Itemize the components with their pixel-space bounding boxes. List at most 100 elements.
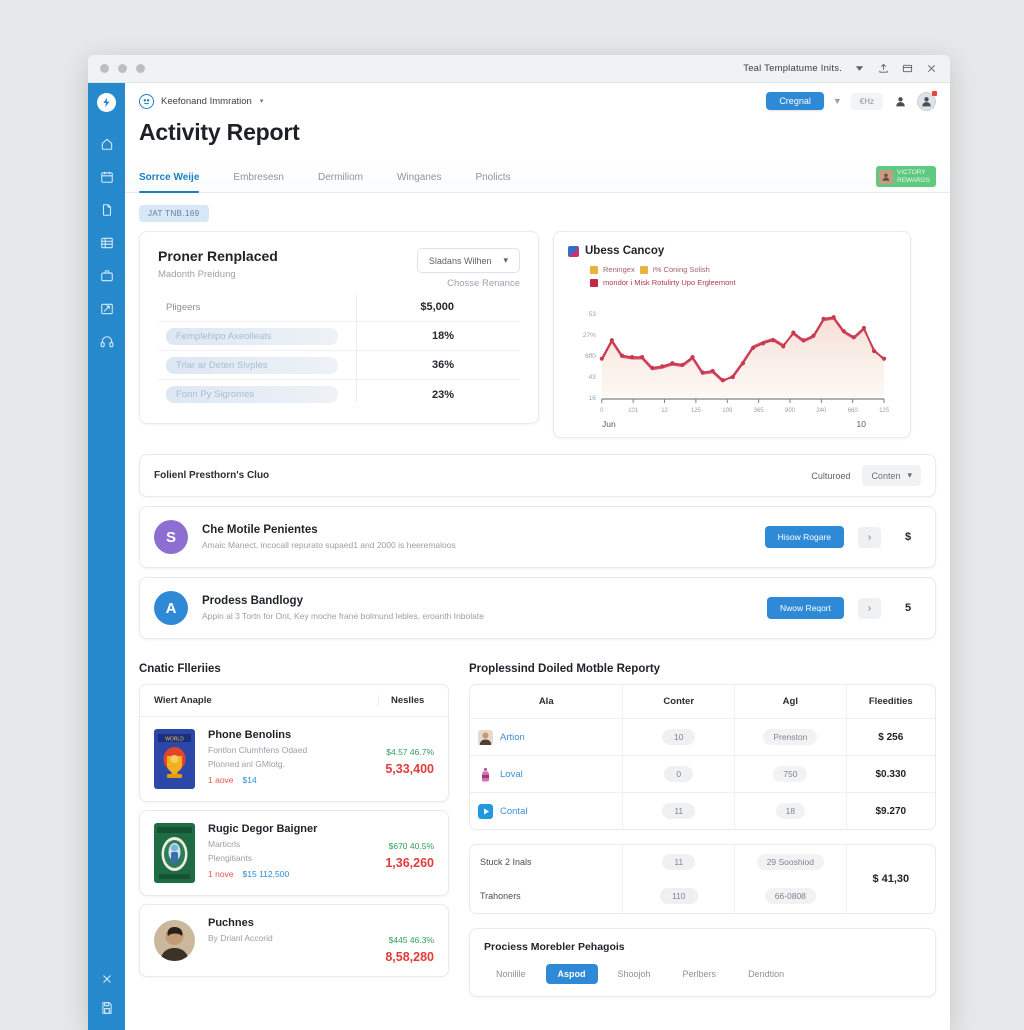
app-logo-icon[interactable] [97, 93, 116, 112]
summary-label: Trahoners [480, 891, 521, 901]
chevron-down-icon: ▾ [503, 255, 508, 265]
sidebar-item-send[interactable] [92, 294, 122, 324]
list-item[interactable]: Rugic Degor Baigner Marticrls Plengitian… [139, 810, 449, 896]
user-icon[interactable] [892, 93, 908, 109]
create-button[interactable]: Cregnal [766, 92, 824, 110]
view-report-button[interactable]: Hisow Rogare [764, 526, 844, 548]
product-amount: 1,36,260 [385, 856, 434, 870]
currency-pill[interactable]: €Hz [850, 92, 883, 110]
product-line1: Fontlon Clumhfens Odaed [208, 745, 308, 755]
column-header-name: Wiert Anaple [154, 695, 212, 706]
segment-tab-aspod[interactable]: Aspod [545, 964, 598, 984]
chevron-down-icon[interactable]: ▾ [260, 97, 264, 105]
sidebar-item-home[interactable] [92, 129, 122, 159]
legend-swatch [639, 265, 648, 274]
filter-chip[interactable]: JAT TNB.169 [139, 205, 209, 222]
product-move: 1 aove [208, 775, 234, 785]
segment-tab-nonilile[interactable]: Nonilile [484, 964, 538, 984]
product-amount: 8,58,280 [385, 950, 434, 964]
segment-tab-dendtion[interactable]: Dendtion [736, 964, 796, 984]
tab-embresesn[interactable]: Embresesn [233, 172, 302, 192]
sidebar-item-table[interactable] [92, 228, 122, 258]
table-row[interactable]: Trlar ar Deten Sivples 36% [158, 351, 520, 380]
report-panel-select[interactable]: Conten ▾ [862, 465, 921, 486]
avatar[interactable] [917, 90, 937, 111]
table-row[interactable]: Artion 10 Prenston $ 256 [470, 719, 935, 756]
products-table-header: Wiert Anaple Neslles [139, 684, 449, 717]
table-cell-amount: $9.270 [875, 805, 907, 817]
window-minimize-dot[interactable] [118, 64, 127, 73]
chevron-right-icon[interactable]: › [858, 526, 881, 548]
app-window: Teal Templatume Inits. Keefonand Immrati… [88, 55, 950, 1030]
chevron-right-icon[interactable]: › [858, 597, 881, 619]
sidebar-item-calendar[interactable] [92, 162, 122, 192]
summary-count: 11 [662, 854, 696, 870]
window-controls[interactable] [100, 64, 145, 73]
list-item[interactable]: A Prodess Bandlogy Appin al 3 Tortn for … [139, 577, 936, 639]
workspace-switcher[interactable]: Keefonand Immration ▾ [139, 93, 264, 109]
chevron-down-icon: ▾ [907, 470, 912, 480]
green-poster-thumb [154, 823, 195, 883]
report-panel-link[interactable]: Culturoed [811, 471, 850, 481]
play-icon [478, 803, 493, 819]
table-header-row: Ala Conter Agl Fleedities [470, 685, 935, 719]
table-row[interactable]: Pligeers $5,000 [158, 293, 520, 322]
report-table: Ala Conter Agl Fleedities Artion 10 Pren… [469, 684, 936, 830]
page-title: Activity Report [139, 119, 300, 145]
metrics-row-value: $5,000 [420, 301, 454, 313]
segment-tab-shoojoh[interactable]: Shoojoh [606, 964, 663, 984]
window-close-dot[interactable] [100, 64, 109, 73]
sidebar-item-document[interactable] [92, 195, 122, 225]
sidebar-save-icon[interactable] [92, 997, 122, 1027]
segment-tab-perlbers[interactable]: Perlbers [671, 964, 729, 984]
metrics-card: Proner Renplaced Madonth Preidung Sladan… [139, 231, 539, 424]
promo-badge-line2: REWARDS [897, 176, 930, 184]
metrics-row-value: 36% [431, 359, 454, 371]
metrics-table: Pligeers $5,000 Femplehipo Axeolleats 18… [158, 293, 520, 409]
sidebar-close-icon[interactable] [92, 964, 122, 994]
window-icon[interactable] [901, 62, 914, 75]
table-cell-name[interactable]: Artion [500, 732, 525, 743]
chevron-down-icon[interactable] [853, 62, 866, 75]
report-panel-title: Folienl Presthorn's Cluo [154, 470, 270, 481]
summary-tag: 29 Sooshiod [756, 854, 824, 870]
metrics-select[interactable]: Sladans Wilhen ▾ [416, 248, 520, 273]
table-row[interactable]: Contal 11 18 $9.270 [470, 793, 935, 829]
metrics-row-value: 18% [431, 330, 454, 342]
product-line1: Marticrls [208, 839, 241, 849]
chart-axis-captions: Jun 10 [568, 419, 896, 429]
metrics-row-value: 23% [431, 388, 454, 401]
table-row[interactable]: Femplehipo Axeolleats 18% [158, 322, 520, 351]
list-item[interactable]: S Che Motile Penientes Amaic Manect, inc… [139, 506, 936, 568]
sidebar-item-support[interactable] [92, 327, 122, 357]
filter-icon[interactable]: ▼ [833, 96, 842, 106]
view-report-button[interactable]: Nwow Reqort [766, 597, 844, 619]
person-avatar-icon [478, 729, 493, 745]
share-icon[interactable] [877, 62, 890, 75]
avatar: A [154, 591, 188, 625]
trophy-poster-thumb: WORLD [154, 729, 195, 789]
main-pane: Keefonand Immration ▾ Cregnal ▼ €Hz Acti… [125, 83, 950, 1030]
product-name: Phone Benolins [208, 729, 292, 741]
window-title: Teal Templatume Inits. [743, 63, 842, 74]
promo-badge[interactable]: VICTORY REWARDS [876, 166, 936, 187]
tab-pnolicts[interactable]: Pnolicts [475, 172, 528, 192]
legend-label: mondor i Misk Rotulirty Upo Ergleemont [603, 278, 736, 287]
tab-winganes[interactable]: Winganes [397, 172, 459, 192]
table-row[interactable]: Fonn Py Sigromes 23% [158, 380, 520, 409]
sidebar-item-briefcase[interactable] [92, 261, 122, 291]
legend-swatch [590, 278, 598, 287]
table-cell-name[interactable]: Loval [500, 769, 523, 780]
promo-badge-line1: VICTORY [897, 169, 926, 177]
list-item[interactable]: WORLD Phone Benolins Fontlon Clumhfens O… [139, 717, 449, 802]
close-icon[interactable] [925, 62, 938, 75]
table-cell-name[interactable]: Contal [500, 806, 527, 817]
table-row[interactable]: Loval 0 750 $0.330 [470, 756, 935, 793]
list-item-description: Appin al 3 Tortn for Ont, Key moche fran… [202, 611, 484, 621]
window-maximize-dot[interactable] [136, 64, 145, 73]
tab-dermiliom[interactable]: Dermiliom [318, 172, 381, 192]
list-item[interactable]: Puchnes By Drianl Accorid $445 46.3% 8,5… [139, 904, 449, 977]
notification-badge [932, 90, 937, 96]
report-summary-table: Stuck 2 Inals Trahoners 11 110 29 Sooshi… [469, 844, 936, 914]
tab-sorrce-weije[interactable]: Sorrce Weije [139, 172, 217, 194]
